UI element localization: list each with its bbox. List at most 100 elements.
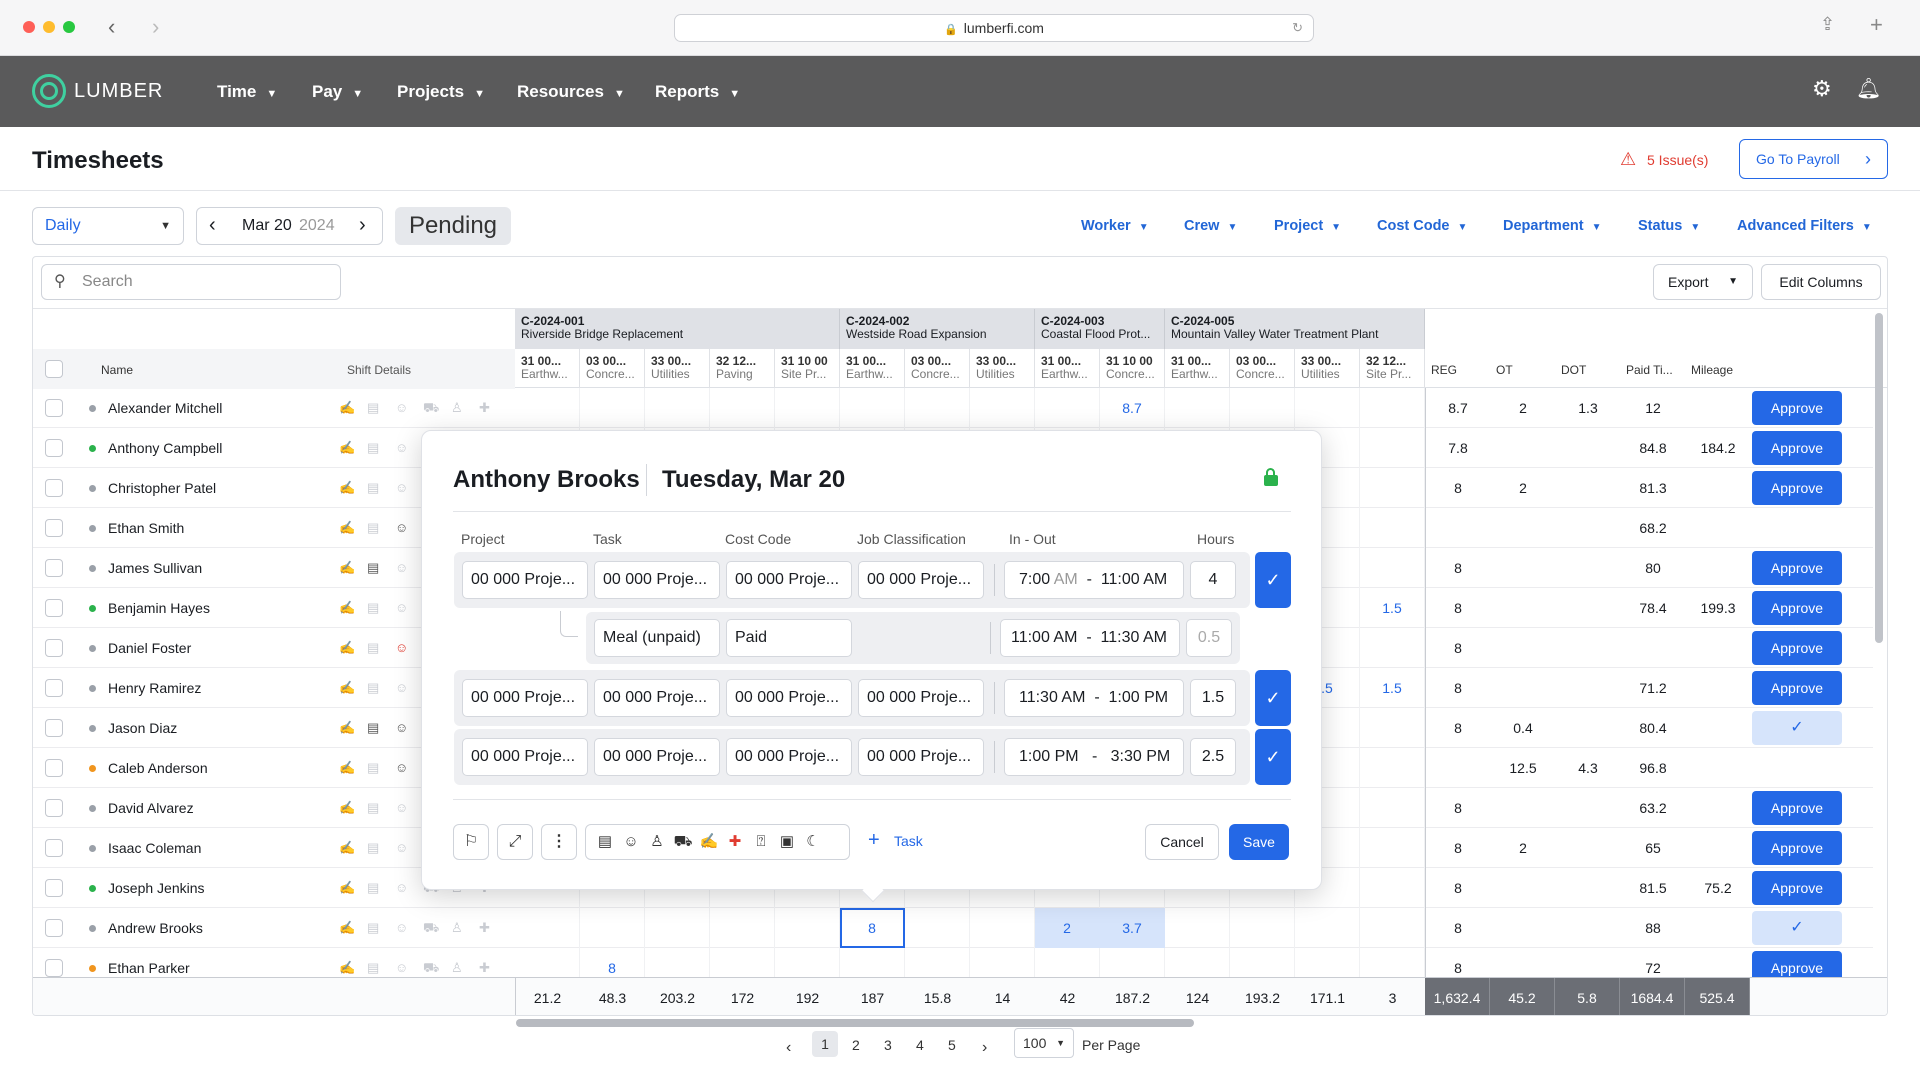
approve-button[interactable]: Approve: [1752, 951, 1842, 977]
more-options-icon[interactable]: ⋮: [541, 824, 577, 860]
approve-button[interactable]: Approve: [1752, 871, 1842, 905]
project-field[interactable]: 00 000 Proje...: [462, 738, 588, 776]
cost-code-cell[interactable]: [1165, 388, 1230, 428]
in-out-field[interactable]: 11:30 AM - 1:00 PM: [1004, 679, 1184, 717]
document-icon[interactable]: ▤: [367, 520, 379, 536]
signature-icon[interactable]: ✍: [339, 800, 355, 816]
unlock-icon[interactable]: [1264, 468, 1278, 486]
edit-columns-button[interactable]: Edit Columns: [1761, 264, 1881, 300]
document-icon[interactable]: ▤: [367, 400, 379, 416]
nav-pay[interactable]: Pay ▼: [312, 56, 363, 127]
signature-icon[interactable]: ✍: [339, 760, 355, 776]
cost-code-cell[interactable]: [1360, 468, 1425, 508]
cost-code-header[interactable]: 31 00... Earthw...: [515, 349, 580, 389]
cost-code-cell[interactable]: [1360, 508, 1425, 548]
signature-icon[interactable]: ✍: [339, 520, 355, 536]
approve-button[interactable]: Approve: [1752, 671, 1842, 705]
cost-code-cell[interactable]: [515, 908, 580, 948]
cost-code-cell[interactable]: [1035, 388, 1100, 428]
smiley-icon[interactable]: ☺: [618, 825, 644, 859]
smiley-icon[interactable]: ☺: [395, 440, 408, 455]
row-checkbox[interactable]: [45, 919, 63, 937]
user-icon[interactable]: ♙: [451, 400, 463, 416]
smiley-icon[interactable]: ☺: [395, 920, 408, 935]
cost-code-cell[interactable]: [1360, 548, 1425, 588]
row-checkbox[interactable]: [45, 679, 63, 697]
smiley-icon[interactable]: ☺: [395, 800, 408, 815]
worker-name[interactable]: Henry Ramirez: [108, 668, 201, 708]
cost-code-cell[interactable]: [905, 908, 970, 948]
cost-code-header[interactable]: 03 00... Concre...: [580, 349, 645, 389]
worker-name[interactable]: Benjamin Hayes: [108, 588, 210, 628]
document-icon[interactable]: ▤: [367, 640, 379, 656]
document-icon[interactable]: ▤: [367, 680, 379, 696]
worker-name[interactable]: Isaac Coleman: [108, 828, 201, 868]
cost-code-cell[interactable]: [1360, 748, 1425, 788]
expand-icon[interactable]: ⤢: [497, 824, 533, 860]
signature-icon[interactable]: ✍: [696, 825, 722, 859]
injury-cross-icon[interactable]: ✚: [722, 825, 748, 859]
page-2[interactable]: 2: [852, 1037, 860, 1053]
cost-code-field[interactable]: 00 000 Proje...: [726, 561, 852, 599]
cost-code-hours[interactable]: 1.5: [1362, 600, 1422, 616]
signature-icon[interactable]: ✍: [339, 840, 355, 856]
table-row[interactable]: Andrew Brooks ✍ ▤ ☺ ⛟ ♙ ✚ 8 2 3.7 8 88 ✓: [33, 908, 1873, 948]
hours-field[interactable]: 2.5: [1190, 738, 1236, 776]
cost-code-hours[interactable]: 8.7: [1102, 400, 1162, 416]
approve-button[interactable]: Approve: [1752, 791, 1842, 825]
row-checkbox[interactable]: [45, 799, 63, 817]
save-button[interactable]: Save: [1229, 824, 1289, 860]
chevron-left-icon[interactable]: ‹: [786, 1039, 791, 1057]
row-checkbox[interactable]: [45, 879, 63, 897]
approved-check-icon[interactable]: ✓: [1752, 911, 1842, 945]
project-field[interactable]: 00 000 Proje...: [462, 561, 588, 599]
smiley-icon[interactable]: ☺: [395, 960, 408, 975]
signature-icon[interactable]: ✍: [339, 960, 355, 976]
issues-link[interactable]: 5 Issue(s): [1647, 152, 1708, 168]
go-to-payroll-button[interactable]: Go To Payroll ›: [1739, 139, 1888, 179]
car-icon[interactable]: ⛟: [423, 960, 439, 977]
cost-code-cell[interactable]: [970, 388, 1035, 428]
document-icon[interactable]: ▤: [367, 840, 379, 856]
question-comment-icon[interactable]: ⍰: [748, 825, 774, 859]
cost-code-hours[interactable]: 3.7: [1102, 920, 1162, 936]
nav-projects[interactable]: Projects ▼: [397, 56, 485, 127]
filter-crew[interactable]: Crew ▼: [1184, 218, 1237, 234]
cost-code-cell[interactable]: [840, 948, 905, 977]
signature-icon[interactable]: ✍: [339, 880, 355, 896]
cost-code-cell[interactable]: [515, 948, 580, 977]
cost-code-cell[interactable]: [1360, 908, 1425, 948]
cost-code-cell[interactable]: [710, 908, 775, 948]
filter-worker[interactable]: Worker ▼: [1081, 218, 1149, 234]
worker-name[interactable]: Jason Diaz: [108, 708, 177, 748]
smiley-icon[interactable]: ☺: [395, 680, 408, 695]
worker-name[interactable]: James Sullivan: [108, 548, 202, 588]
approved-check-icon[interactable]: ✓: [1752, 711, 1842, 745]
in-out-field[interactable]: 7:00 AM - 11:00 AM: [1004, 561, 1184, 599]
row-checkbox[interactable]: [45, 959, 63, 977]
cost-code-cell[interactable]: [1100, 948, 1165, 977]
job-class-field[interactable]: 00 000 Proje...: [858, 679, 984, 717]
cost-code-header[interactable]: 03 00... Concre...: [905, 349, 970, 389]
equipment-icon[interactable]: ▣: [774, 825, 800, 859]
cost-code-hours[interactable]: 2: [1037, 920, 1097, 936]
back-arrow-icon[interactable]: ‹: [108, 14, 115, 40]
cost-code-cell[interactable]: [1295, 908, 1360, 948]
view-select[interactable]: Daily ▼: [32, 207, 184, 245]
document-icon[interactable]: ▤: [367, 760, 379, 776]
cost-code-cell[interactable]: [1165, 908, 1230, 948]
cost-code-cell[interactable]: [1360, 868, 1425, 908]
worker-name[interactable]: Ethan Parker: [108, 948, 190, 977]
worker-name[interactable]: Joseph Jenkins: [108, 868, 205, 908]
cost-code-cell[interactable]: [645, 908, 710, 948]
per-page-select[interactable]: 100 ▼: [1014, 1028, 1074, 1058]
job-class-field[interactable]: 00 000 Proje...: [858, 561, 984, 599]
cost-code-header[interactable]: 31 10 00 Site Pr...: [775, 349, 840, 389]
smiley-icon[interactable]: ☺: [395, 840, 408, 855]
approve-button[interactable]: Approve: [1752, 551, 1842, 585]
smiley-icon[interactable]: ☺: [395, 640, 408, 655]
cost-code-cell[interactable]: [1360, 948, 1425, 977]
user-icon[interactable]: ♙: [451, 920, 463, 936]
row-checkbox[interactable]: [45, 439, 63, 457]
cost-code-cell[interactable]: [1360, 628, 1425, 668]
